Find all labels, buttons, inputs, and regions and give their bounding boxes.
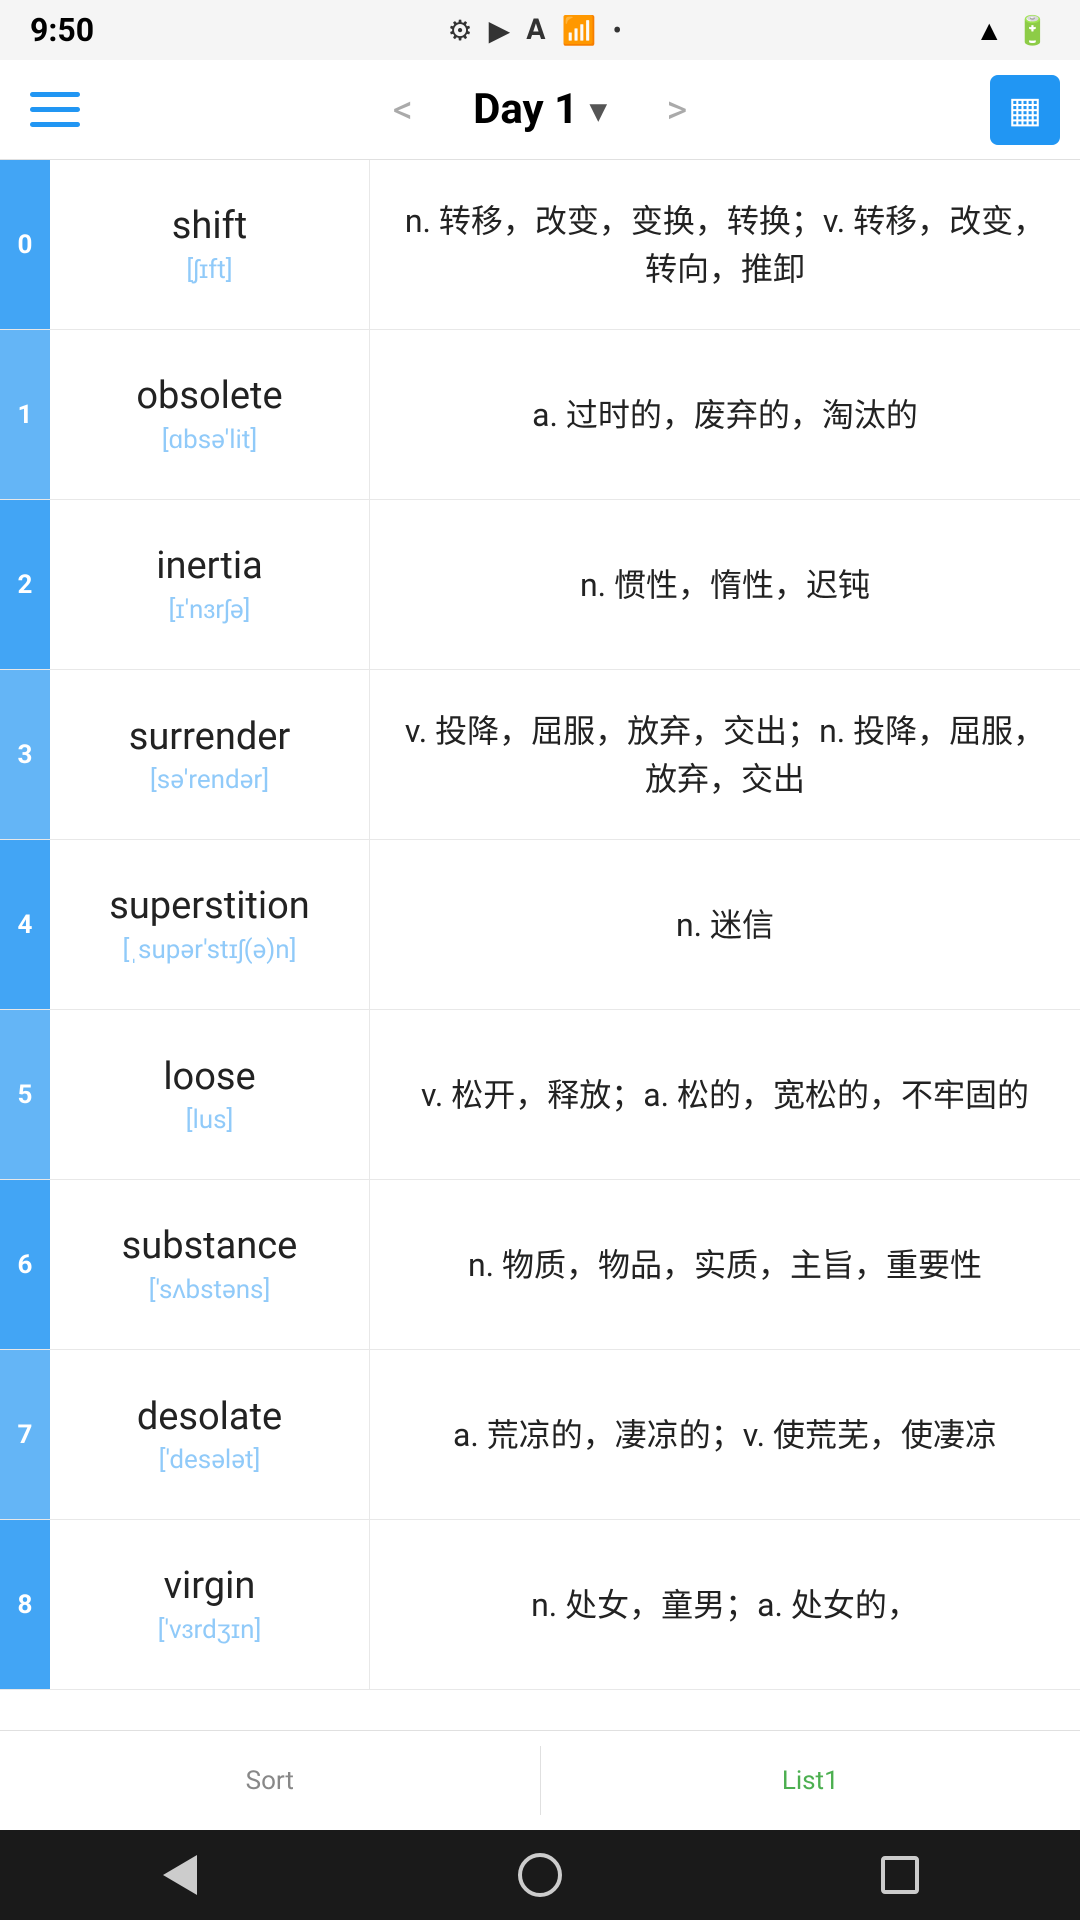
home-icon <box>518 1853 562 1897</box>
home-button[interactable] <box>510 1845 570 1905</box>
dropdown-arrow-icon[interactable]: ▾ <box>590 91 606 129</box>
word-row[interactable]: 0 shift [ʃɪft] n. 转移，改变，变换，转换；v. 转移，改变，转… <box>0 160 1080 330</box>
row-word: desolate ['desələt] <box>50 1350 370 1519</box>
signal-icon: ▲ <box>975 14 1003 47</box>
word-row[interactable]: 5 loose [lus] v. 松开，释放；a. 松的，宽松的，不牢固的 <box>0 1010 1080 1180</box>
status-right: ▲ 🔋 <box>975 14 1050 47</box>
hamburger-line-3 <box>30 122 80 127</box>
row-word: surrender [sə'rendər] <box>50 670 370 839</box>
row-index: 6 <box>0 1180 50 1349</box>
tab-label: Sort <box>246 1766 294 1796</box>
row-definition: v. 投降，屈服，放弃，交出；n. 投降，屈服，放弃，交出 <box>370 670 1080 839</box>
row-word: superstition [ˌsupər'stɪʃ(ə)n] <box>50 840 370 1009</box>
back-icon <box>163 1855 197 1895</box>
word-row[interactable]: 2 inertia [ɪ'nɜrʃə] n. 惯性，惰性，迟钝 <box>0 500 1080 670</box>
dot-status-icon: • <box>613 14 622 47</box>
day-title: Day 1 ▾ <box>473 85 606 134</box>
font-status-icon: 𝐀 <box>526 13 546 47</box>
word-english: superstition <box>109 884 310 928</box>
menu-button[interactable] <box>20 75 90 145</box>
word-english: surrender <box>129 715 291 759</box>
row-word: substance ['sʌbstəns] <box>50 1180 370 1349</box>
grid-view-button[interactable]: ▦ <box>990 75 1060 145</box>
app-header: < Day 1 ▾ > ▦ <box>0 60 1080 160</box>
word-english: shift <box>172 204 247 248</box>
status-bar: 9:50 ⚙ ▶ 𝐀 📶 • ▲ 🔋 <box>0 0 1080 60</box>
recents-button[interactable] <box>870 1845 930 1905</box>
word-phonetic: [sə'rendər] <box>150 765 269 795</box>
word-list: 0 shift [ʃɪft] n. 转移，改变，变换，转换；v. 转移，改变，转… <box>0 160 1080 1730</box>
gear-status-icon: ⚙ <box>447 14 472 47</box>
row-definition: v. 松开，释放；a. 松的，宽松的，不牢固的 <box>370 1010 1080 1179</box>
android-nav-bar <box>0 1830 1080 1920</box>
word-row[interactable]: 8 virgin ['vɜrdʒɪn] n. 处女，童男；a. 处女的， <box>0 1520 1080 1690</box>
row-word: virgin ['vɜrdʒɪn] <box>50 1520 370 1689</box>
header-navigation: < Day 1 ▾ > <box>373 76 707 143</box>
tab-label: List1 <box>782 1766 839 1796</box>
bottom-tab-bar: Sort List1 <box>0 1730 1080 1830</box>
word-row[interactable]: 7 desolate ['desələt] a. 荒凉的，凄凉的；v. 使荒芜，… <box>0 1350 1080 1520</box>
row-word: shift [ʃɪft] <box>50 160 370 329</box>
row-word: obsolete [ɑbsə'lit] <box>50 330 370 499</box>
word-phonetic: [ʃɪft] <box>186 254 232 285</box>
word-row[interactable]: 1 obsolete [ɑbsə'lit] a. 过时的，废弃的，淘汰的 <box>0 330 1080 500</box>
word-english: substance <box>122 1224 298 1268</box>
word-row[interactable]: 4 superstition [ˌsupər'stɪʃ(ə)n] n. 迷信 <box>0 840 1080 1010</box>
row-definition: a. 过时的，废弃的，淘汰的 <box>370 330 1080 499</box>
status-icons: ⚙ ▶ 𝐀 📶 • <box>447 13 622 47</box>
word-english: virgin <box>164 1564 256 1608</box>
row-index: 0 <box>0 160 50 329</box>
row-definition: n. 处女，童男；a. 处女的， <box>370 1520 1080 1689</box>
back-button[interactable] <box>150 1845 210 1905</box>
word-english: obsolete <box>136 374 282 418</box>
word-phonetic: ['vɜrdʒɪn] <box>158 1614 262 1645</box>
recents-icon <box>881 1856 919 1894</box>
row-word: inertia [ɪ'nɜrʃə] <box>50 500 370 669</box>
day-title-text: Day 1 <box>473 85 578 134</box>
word-row[interactable]: 6 substance ['sʌbstəns] n. 物质，物品，实质，主旨，重… <box>0 1180 1080 1350</box>
prev-day-button[interactable]: < <box>373 76 433 143</box>
row-index: 3 <box>0 670 50 839</box>
row-definition: n. 惯性，惰性，迟钝 <box>370 500 1080 669</box>
word-english: loose <box>163 1055 255 1099</box>
row-definition: a. 荒凉的，凄凉的；v. 使荒芜，使凄凉 <box>370 1350 1080 1519</box>
word-row[interactable]: 3 surrender [sə'rendər] v. 投降，屈服，放弃，交出；n… <box>0 670 1080 840</box>
row-index: 4 <box>0 840 50 1009</box>
word-phonetic: [ˌsupər'stɪʃ(ə)n] <box>122 934 296 965</box>
word-phonetic: [lus] <box>186 1105 234 1135</box>
word-english: inertia <box>156 544 263 588</box>
row-index: 1 <box>0 330 50 499</box>
battery-icon: 🔋 <box>1015 14 1050 47</box>
word-phonetic: ['sʌbstəns] <box>149 1274 271 1305</box>
grid-icon: ▦ <box>1008 89 1042 131</box>
row-definition: n. 物质，物品，实质，主旨，重要性 <box>370 1180 1080 1349</box>
row-definition: n. 迷信 <box>370 840 1080 1009</box>
word-phonetic: [ɪ'nɜrʃə] <box>169 594 251 625</box>
word-phonetic: ['desələt] <box>159 1445 261 1475</box>
tab-item-sort[interactable]: Sort <box>0 1731 540 1830</box>
word-english: desolate <box>137 1395 282 1439</box>
wifi-status-icon: 📶 <box>562 14 597 47</box>
word-phonetic: [ɑbsə'lit] <box>162 424 258 455</box>
next-day-button[interactable]: > <box>646 76 707 143</box>
row-index: 2 <box>0 500 50 669</box>
row-index: 7 <box>0 1350 50 1519</box>
row-index: 5 <box>0 1010 50 1179</box>
hamburger-line-2 <box>30 107 80 112</box>
status-time: 9:50 <box>30 11 94 49</box>
tab-item-list1[interactable]: List1 <box>541 1731 1080 1830</box>
hamburger-line-1 <box>30 92 80 97</box>
row-definition: n. 转移，改变，变换，转换；v. 转移，改变，转向，推卸 <box>370 160 1080 329</box>
play-status-icon: ▶ <box>489 14 511 47</box>
row-word: loose [lus] <box>50 1010 370 1179</box>
row-index: 8 <box>0 1520 50 1689</box>
